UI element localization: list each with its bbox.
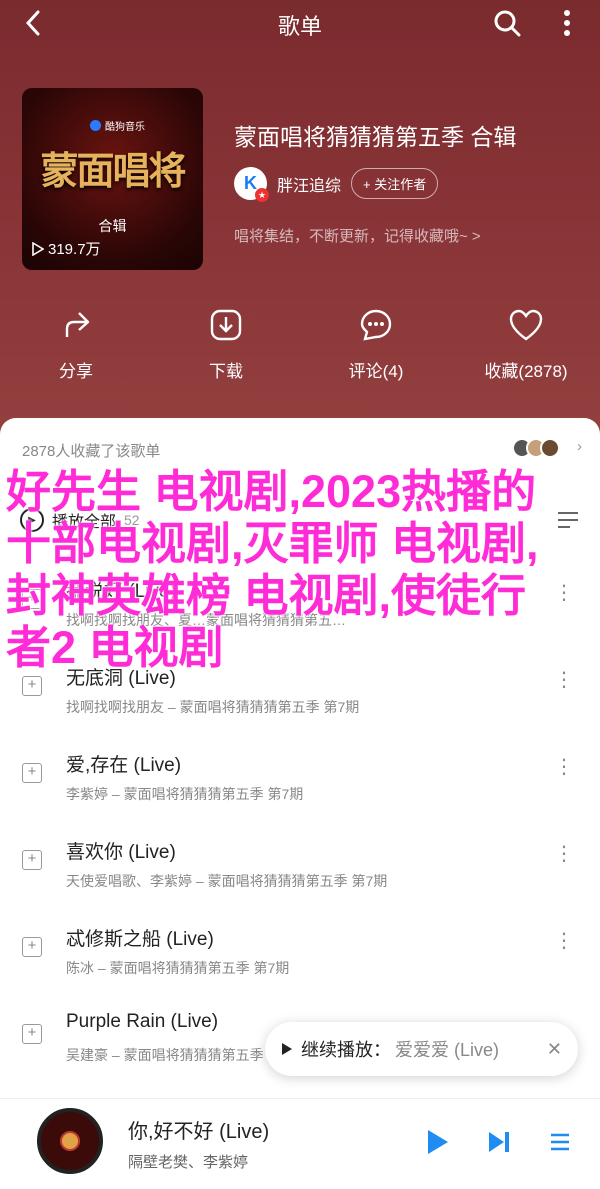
more-menu-icon[interactable] bbox=[552, 8, 582, 38]
owner-name[interactable]: 胖汪追综 bbox=[277, 172, 341, 196]
song-title: 喜欢你 (Live) bbox=[66, 842, 176, 863]
list-item[interactable]: + 爱,存在 (Live) 李紫婷 – 蒙面唱将猜猜猜第五季 第7期 ⋮ bbox=[0, 736, 600, 823]
mini-player[interactable]: 你,好不好 (Live) 隔壁老樊、李紫婷 bbox=[0, 1098, 600, 1189]
list-item[interactable]: + 忒修斯之船 (Live) 陈冰 – 蒙面唱将猜猜猜第五季 第7期 ⋮ bbox=[0, 910, 600, 997]
add-icon[interactable]: + bbox=[22, 676, 42, 696]
song-meta: 李紫婷 – 蒙面唱将猜猜猜第五季 第7期 bbox=[66, 786, 304, 802]
now-playing-cover[interactable] bbox=[37, 1108, 103, 1174]
play-icon bbox=[282, 1043, 292, 1055]
owner-avatar[interactable]: K ★ bbox=[234, 167, 269, 202]
download-icon bbox=[210, 309, 242, 341]
song-title: Purple Rain (Live) bbox=[66, 1011, 219, 1032]
now-playing-title: 你,好不好 (Live) bbox=[128, 1121, 270, 1143]
song-title: 忒修斯之船 (Live) bbox=[66, 929, 214, 950]
play-count: 319.7万 bbox=[32, 238, 101, 259]
add-icon[interactable]: + bbox=[22, 763, 42, 783]
action-bar: 分享 下载 评论(4) 收藏(2878) bbox=[0, 308, 600, 388]
song-meta: 天使爱唱歌、李紫婷 – 蒙面唱将猜猜猜第五季 第7期 bbox=[66, 873, 388, 889]
share-label: 分享 bbox=[59, 362, 93, 381]
comment-button[interactable]: 评论(4) bbox=[316, 308, 436, 382]
list-item[interactable]: + 喜欢你 (Live) 天使爱唱歌、李紫婷 – 蒙面唱将猜猜猜第五季 第7期 … bbox=[0, 823, 600, 910]
song-more-icon[interactable]: ⋮ bbox=[554, 931, 574, 951]
song-more-icon[interactable]: ⋮ bbox=[554, 670, 574, 690]
cover-art-text: 蒙面唱将 bbox=[40, 151, 186, 193]
comment-label: 评论(4) bbox=[348, 362, 404, 381]
resume-label: 继续播放： bbox=[301, 1040, 391, 1060]
song-title: 爱,存在 (Live) bbox=[66, 755, 182, 776]
chevron-right-icon[interactable]: › bbox=[577, 438, 582, 455]
album-cover[interactable]: 酷狗音乐 蒙面唱将 合辑 319.7万 bbox=[22, 88, 203, 270]
resume-track: 爱爱爱 (Live) bbox=[395, 1040, 500, 1060]
play-button[interactable] bbox=[424, 1127, 452, 1157]
disc-center-icon bbox=[62, 1133, 78, 1149]
cover-brand: 酷狗音乐 bbox=[90, 118, 145, 133]
close-icon[interactable]: ✕ bbox=[547, 1039, 562, 1060]
cover-tag: 合辑 bbox=[98, 218, 127, 234]
share-button[interactable]: 分享 bbox=[16, 308, 136, 382]
collector-avatars[interactable] bbox=[512, 438, 560, 458]
favorite-label: 收藏(2878) bbox=[484, 362, 568, 381]
share-icon bbox=[65, 312, 90, 337]
search-icon[interactable] bbox=[492, 8, 522, 38]
owner-row: K ★ 胖汪追综 + 关注作者 bbox=[234, 167, 439, 202]
overlay-text: 好先生 电视剧,2023热播的十部电视剧,灭罪师 电视剧,封神英雄榜 电视剧,使… bbox=[6, 466, 539, 673]
now-playing-artist: 隔壁老樊、李紫婷 bbox=[128, 1154, 249, 1171]
add-icon[interactable]: + bbox=[22, 1024, 42, 1044]
album-title: 蒙面唱将猜猜猜第五季 合辑 bbox=[234, 124, 517, 150]
collector-avatar bbox=[540, 438, 560, 458]
download-button[interactable]: 下载 bbox=[166, 308, 286, 382]
follow-button[interactable]: + 关注作者 bbox=[351, 168, 439, 199]
favorite-button[interactable]: 收藏(2878) bbox=[466, 308, 586, 382]
playlist-queue-icon[interactable] bbox=[546, 1127, 574, 1157]
play-count-icon bbox=[32, 241, 44, 256]
song-meta: 找啊找啊找朋友 – 蒙面唱将猜猜猜第五季 第7期 bbox=[66, 699, 360, 715]
download-label: 下载 bbox=[209, 362, 243, 381]
heart-icon bbox=[509, 309, 543, 341]
brand-logo-icon bbox=[90, 120, 101, 131]
badge-icon: ★ bbox=[255, 188, 269, 202]
song-more-icon[interactable]: ⋮ bbox=[554, 757, 574, 777]
top-bar: 歌单 bbox=[0, 0, 600, 46]
song-meta: 吴建豪 – 蒙面唱将猜猜猜第五季 bbox=[66, 1047, 264, 1063]
add-icon[interactable]: + bbox=[22, 850, 42, 870]
song-more-icon[interactable]: ⋮ bbox=[554, 844, 574, 864]
resume-playback-toast[interactable]: 继续播放： 爱爱爱 (Live) ✕ bbox=[265, 1022, 578, 1076]
song-meta: 陈冰 – 蒙面唱将猜猜猜第五季 第7期 bbox=[66, 960, 290, 976]
album-description[interactable]: 唱将集结，不断更新，记得收藏哦~ > bbox=[234, 225, 481, 246]
collectors-text[interactable]: 2878人收藏了该歌单 bbox=[22, 440, 160, 461]
comment-icon bbox=[360, 309, 392, 341]
add-icon[interactable]: + bbox=[22, 937, 42, 957]
album-header: 歌单 酷狗音乐 蒙面唱将 合辑 319.7万 蒙面唱将猜猜猜第五季 合辑 K ★ … bbox=[0, 0, 600, 440]
next-track-button[interactable] bbox=[485, 1127, 513, 1157]
